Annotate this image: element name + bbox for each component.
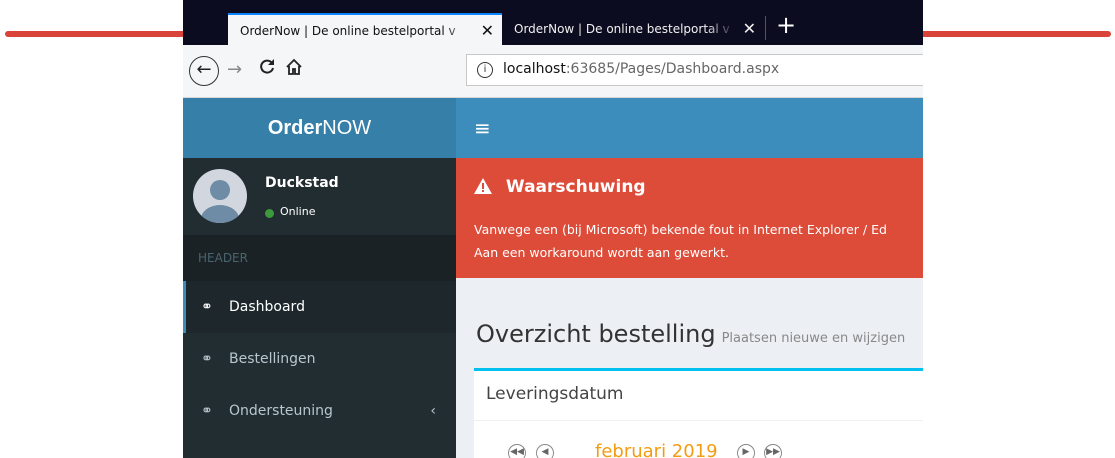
link-icon: ⚭ [201, 351, 213, 367]
page-title: Overzicht bestelling [476, 320, 716, 348]
tab-bar: OrderNow | De online bestelportal v ✕ Or… [183, 0, 923, 45]
online-status: Online [280, 205, 316, 218]
url-text[interactable]: localhost:63685/Pages/Dashboard.aspx [503, 61, 779, 77]
sidebar-header: HEADER [183, 235, 456, 281]
link-icon: ⚭ [201, 403, 213, 419]
new-tab-button[interactable]: + [776, 11, 796, 39]
tab-title: OrderNow | De online bestelportal v [240, 24, 456, 38]
box-title: Leveringsdatum [486, 384, 624, 404]
alert-title: Waarschuwing [474, 177, 646, 197]
divider [474, 420, 923, 421]
url-host: localhost [503, 61, 566, 77]
chevron-left-icon: ‹ [430, 403, 436, 419]
tab-ordernow-inactive[interactable]: OrderNow | De online bestelportal v ✕ [502, 13, 764, 45]
next-month-icon[interactable]: ▶ [737, 444, 755, 458]
alert-message: Aan een workaround wordt aan gewerkt. [474, 245, 729, 260]
back-button[interactable]: ← [189, 56, 219, 86]
avatar [193, 169, 247, 223]
navigation-toolbar: ← → i localhost:63685/Pages/Dashboard.as… [183, 45, 923, 98]
sidebar: OrderNOW Duckstad Online HEADER ⚭ Dashbo… [183, 98, 456, 458]
page-heading: Overzicht bestelling Plaatsen nieuwe en w… [476, 320, 905, 348]
tab-divider [765, 16, 766, 40]
forward-button[interactable]: → [227, 59, 242, 80]
sidebar-item-ondersteuning[interactable]: ⚭ Ondersteuning ‹ [183, 385, 456, 437]
page-subtitle: Plaatsen nieuwe en wijzigen [721, 331, 906, 346]
user-panel: Duckstad Online [183, 158, 456, 235]
browser-window: OrderNow | De online bestelportal v ✕ Or… [183, 0, 923, 458]
user-name: Duckstad [265, 175, 339, 191]
alert-message: Vanwege een (bij Microsoft) bekende fout… [474, 222, 887, 237]
next-year-icon[interactable]: ▶▶ [764, 444, 782, 458]
warning-icon [474, 177, 498, 197]
address-bar[interactable]: i localhost:63685/Pages/Dashboard.aspx [466, 54, 923, 86]
user-avatar-icon [201, 180, 239, 223]
menu-toggle-icon[interactable]: ≡ [474, 116, 491, 140]
url-path: :63685/Pages/Dashboard.aspx [565, 61, 780, 77]
home-button[interactable] [285, 58, 303, 81]
previous-year-icon[interactable]: ◀◀ [508, 444, 526, 458]
info-icon[interactable]: i [477, 62, 493, 78]
top-navbar: ≡ [456, 98, 923, 158]
sidebar-item-label: Bestellingen [229, 351, 316, 367]
reload-icon [260, 59, 274, 74]
close-tab-icon[interactable]: ✕ [743, 13, 756, 45]
calendar-month: februari 2019 [595, 441, 718, 458]
ordernow-app: OrderNOW Duckstad Online HEADER ⚭ Dashbo… [183, 98, 923, 458]
link-icon: ⚭ [201, 299, 213, 315]
logo[interactable]: OrderNOW [183, 98, 456, 158]
sidebar-item-dashboard[interactable]: ⚭ Dashboard [183, 281, 456, 333]
sidebar-item-bestellingen[interactable]: ⚭ Bestellingen [183, 333, 456, 385]
previous-month-icon[interactable]: ◀ [536, 444, 554, 458]
delivery-date-box: Leveringsdatum ◀◀ ◀ februari 2019 ▶ ▶▶ [474, 368, 923, 458]
warning-alert: Waarschuwing Vanwege een (bij Microsoft)… [456, 158, 923, 278]
home-icon [286, 58, 302, 75]
reload-button[interactable] [258, 57, 276, 81]
sidebar-item-label: Ondersteuning [229, 403, 333, 419]
online-status-icon [265, 209, 274, 218]
tab-title: OrderNow | De online bestelportal v [514, 22, 730, 36]
sidebar-item-label: Dashboard [229, 299, 305, 315]
close-tab-icon[interactable]: ✕ [481, 15, 494, 45]
tab-ordernow-active[interactable]: OrderNow | De online bestelportal v ✕ [228, 13, 502, 45]
main-content: ≡ Waarschuwing Vanwege een (bij Microsof… [456, 98, 923, 458]
